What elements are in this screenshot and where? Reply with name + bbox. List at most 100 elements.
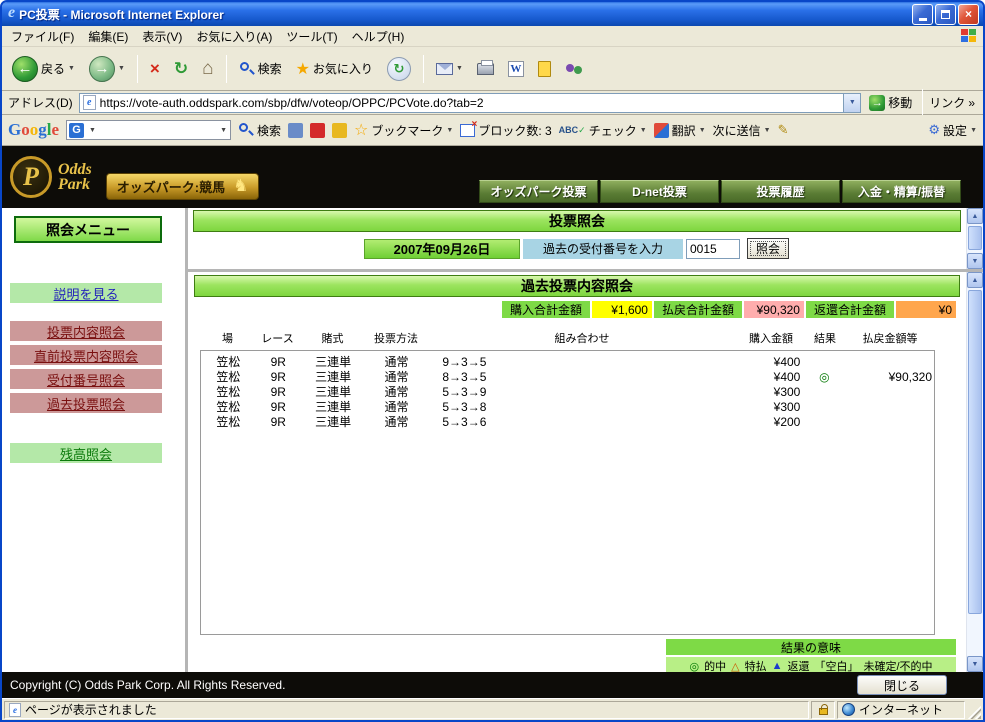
refresh-icon: ↻: [173, 58, 189, 78]
links-menu[interactable]: リンク »: [929, 94, 979, 111]
sidebar-item-past-votes[interactable]: 過去投票照会: [10, 393, 162, 413]
menu-view[interactable]: 表示(V): [135, 26, 189, 47]
scrollbar-thumb[interactable]: [968, 290, 982, 614]
nav-oddspark-vote[interactable]: オッズパーク投票: [479, 180, 598, 203]
site-banner: P Odds Park オッズパーク:競馬 ♞ オッズパーク投票 D-net投票 …: [2, 146, 983, 208]
scroll-down-button[interactable]: ▼: [967, 253, 983, 269]
minimize-button[interactable]: [912, 3, 933, 25]
resize-grip[interactable]: [967, 700, 981, 719]
google-bookmarks-button[interactable]: ☆ ブックマーク ▼: [354, 120, 453, 140]
home-icon: ⌂: [202, 57, 214, 79]
stop-button[interactable]: ×: [146, 57, 164, 81]
scroll-up-icon: ▲: [971, 212, 979, 220]
mail-button[interactable]: ▼: [432, 61, 467, 77]
chevron-down-icon[interactable]: ▼: [86, 127, 99, 134]
bookmark-star-icon: ☆: [354, 122, 369, 139]
note-icon: [537, 60, 551, 77]
translate-icon: [653, 122, 669, 138]
google-translate-button[interactable]: 翻訳 ▼: [653, 122, 706, 139]
inquiry-menu-title: 照会メニュー: [14, 216, 162, 243]
google-spellcheck-button[interactable]: ABC✓ チェック ▼: [559, 122, 647, 139]
close-button[interactable]: ×: [958, 3, 979, 25]
receipt-number-input[interactable]: [686, 238, 740, 259]
address-input[interactable]: e https://vote-auth.oddspark.com/sbp/dfw…: [78, 92, 862, 113]
nav-deposit-transfer[interactable]: 入金・精算/振替: [842, 180, 961, 203]
maximize-button[interactable]: [935, 3, 956, 25]
past-votes-table: 笠松 9R 三連単 通常 9→3→5 ¥400 笠松 9R 三連単 通常 8→3→5 ¥400 ◎ ¥9…: [200, 350, 935, 635]
refresh-button[interactable]: ↻: [170, 57, 192, 81]
close-page-button[interactable]: 閉じる: [857, 675, 947, 695]
go-label: 移動: [888, 96, 913, 110]
bottom-frame-scrollbar[interactable]: ▲ ▼: [966, 272, 983, 672]
search-icon: [238, 122, 254, 138]
favorites-button[interactable]: ★ お気に入り: [292, 57, 377, 81]
chevron-down-icon: ▼: [848, 99, 856, 106]
scroll-up-button[interactable]: ▲: [967, 208, 983, 224]
top-frame-scrollbar[interactable]: ▲ ▼: [966, 208, 983, 269]
edit-word-button[interactable]: W: [504, 59, 528, 79]
popup-blocker-icon: [460, 119, 477, 137]
autofill-pencil-icon[interactable]: ✎: [778, 122, 789, 138]
menu-edit[interactable]: 編集(E): [81, 26, 135, 47]
scroll-up-button[interactable]: ▲: [967, 272, 983, 288]
menu-bar: ファイル(F) 編集(E) 表示(V) お気に入り(A) ツール(T) ヘルプ(…: [2, 26, 983, 47]
table-row: 笠松 9R 三連単 通常 5→3→8 ¥300: [216, 400, 801, 414]
date-display: 2007年09月26日: [364, 238, 520, 259]
print-button[interactable]: [473, 59, 498, 77]
menu-tools[interactable]: ツール(T): [279, 26, 344, 47]
google-extra-icon-2[interactable]: [310, 122, 326, 138]
sidebar-item-help[interactable]: 説明を見る: [10, 283, 162, 303]
forward-button[interactable]: → ▼: [85, 54, 129, 84]
vote-inquiry-controls: 2007年09月26日 過去の受付番号を入力 照会: [364, 238, 966, 259]
google-extra-icon-1[interactable]: [288, 122, 304, 138]
back-dropdown-icon[interactable]: ▼: [68, 65, 75, 72]
sidebar-item-receipt-number[interactable]: 受付番号照会: [10, 369, 162, 389]
inquiry-submit-button[interactable]: 照会: [747, 238, 789, 259]
back-button[interactable]: ← 戻る ▼: [8, 54, 79, 84]
mail-icon: [435, 62, 453, 75]
keiba-badge[interactable]: オッズパーク:競馬 ♞: [105, 172, 260, 200]
page-content: 照会メニュー 説明を見る 投票内容照会 直前投票内容照会 受付番号照会 過去投票…: [2, 208, 983, 672]
scrollbar-thumb[interactable]: [968, 226, 982, 250]
chevron-down-icon: ▼: [446, 126, 454, 134]
sidebar-item-vote-details[interactable]: 投票内容照会: [10, 321, 162, 341]
menu-favorites[interactable]: お気に入り(A): [189, 26, 279, 47]
menu-file[interactable]: ファイル(F): [4, 26, 81, 47]
address-dropdown[interactable]: ▼: [843, 93, 861, 112]
address-bar: アドレス(D) e https://vote-auth.oddspark.com…: [2, 88, 983, 117]
home-button[interactable]: ⌂: [198, 56, 217, 82]
google-settings-button[interactable]: ⚙ 設定 ▼: [928, 122, 977, 139]
chevron-down-icon[interactable]: ▼: [217, 127, 230, 134]
go-button[interactable]: → 移動: [865, 93, 916, 112]
google-search-input[interactable]: G ▼ ▼: [66, 120, 232, 140]
google-search-button[interactable]: 検索: [238, 122, 281, 139]
sidebar-item-balance[interactable]: 残高照会: [10, 443, 162, 463]
scroll-down-button[interactable]: ▼: [967, 656, 983, 672]
history-button[interactable]: ↻: [383, 55, 415, 83]
forward-dropdown-icon[interactable]: ▼: [118, 65, 125, 72]
nav-vote-history[interactable]: 投票履歴: [721, 180, 840, 203]
sidebar: 照会メニュー 説明を見る 投票内容照会 直前投票内容照会 受付番号照会 過去投票…: [2, 208, 188, 672]
forward-icon: →: [88, 55, 115, 82]
sidebar-item-last-vote-details[interactable]: 直前投票内容照会: [10, 345, 162, 365]
google-popup-blocker[interactable]: ブロック数: 3: [460, 119, 552, 139]
favorites-star-icon: ★: [295, 60, 310, 78]
nav-dnet-vote[interactable]: D-net投票: [600, 180, 719, 203]
toolbar-separator: [922, 88, 924, 117]
legend-line: ◎ 的中 △ 特払 ▲ 返還 「空白」 未確定/不的中: [666, 657, 956, 672]
google-send-to-button[interactable]: 次に送信 ▼: [713, 122, 771, 139]
horse-icon: ♞: [233, 176, 249, 195]
scroll-down-icon: ▼: [971, 660, 979, 668]
messenger-button[interactable]: [561, 59, 589, 79]
oddspark-logo-icon: P: [10, 156, 52, 198]
vote-inquiry-frame: 投票照会 2007年09月26日 過去の受付番号を入力 照会 ▲ ▼: [188, 208, 983, 272]
purchase-total-label: 購入合計金額: [501, 301, 590, 318]
mail-dropdown-icon[interactable]: ▼: [456, 65, 463, 72]
google-extra-icon-3[interactable]: [332, 122, 348, 138]
close-icon: ×: [964, 7, 972, 21]
windows-logo-icon: [961, 29, 977, 43]
discuss-button[interactable]: [534, 59, 555, 79]
search-button[interactable]: 検索: [235, 58, 286, 79]
table-row: 笠松 9R 三連単 通常 5→3→6 ¥200: [216, 415, 801, 429]
menu-help[interactable]: ヘルプ(H): [345, 26, 412, 47]
